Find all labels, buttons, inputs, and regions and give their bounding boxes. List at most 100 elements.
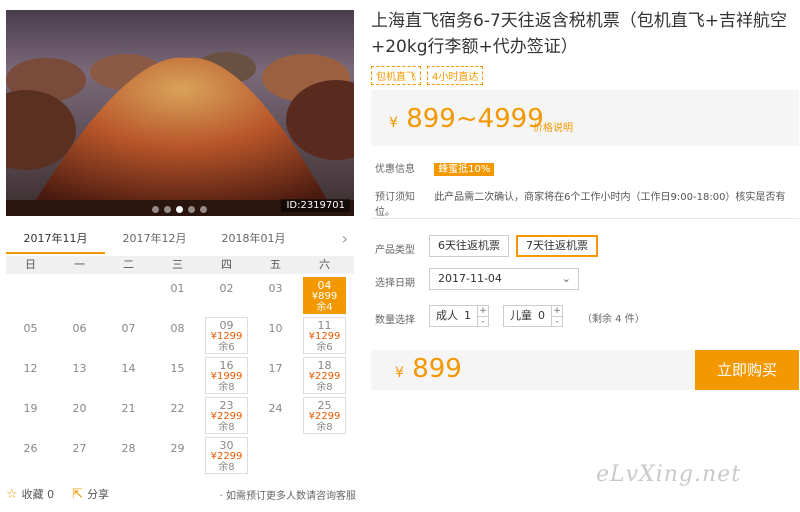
day-price: ¥2299 [308, 371, 341, 382]
share-icon: ⇱ [72, 486, 84, 502]
carousel-dot[interactable] [188, 206, 195, 213]
weekday-label: 二 [123, 258, 134, 271]
star-icon: ☆ [6, 486, 18, 502]
calendar-day: 19 [6, 396, 55, 436]
day-number: 22 [170, 402, 185, 415]
minus-icon[interactable]: - [478, 317, 488, 327]
calendar-day-available[interactable]: 11 ¥1299 余6 [303, 317, 346, 354]
calendar-day: 07 [104, 316, 153, 356]
calendar-day: 03 [251, 276, 300, 316]
tab-month-3[interactable]: 2018年01月 [204, 226, 303, 254]
calendar-day: 20 [55, 396, 104, 436]
weekday-label: 日 [25, 258, 36, 271]
day-price: ¥1999 [210, 371, 243, 382]
day-number: 28 [121, 442, 136, 455]
calendar-month-tabs: 2017年11月 2017年12月 2018年01月 › [6, 226, 354, 254]
weekday-label: 四 [221, 258, 232, 271]
carousel-dot[interactable] [200, 206, 207, 213]
buy-bar: ¥ 899 立即购买 [371, 350, 799, 390]
calendar-week-row: 12 13 14 15 16 ¥1999 余8 17 18 ¥2299 余8 [6, 356, 354, 396]
calendar-day: 12 [6, 356, 55, 396]
day-number [55, 276, 104, 282]
social-bar: ☆ 收藏 0 ⇱ 分享 · 如需预订更多人数请咨询客服 [6, 484, 356, 504]
calendar-day [55, 276, 104, 316]
calendar-day: 01 [153, 276, 202, 316]
calendar-day-available[interactable]: 16 ¥1999 余8 [205, 357, 248, 394]
day-number: 18 [317, 359, 332, 372]
share-button[interactable]: ⇱ 分享 [72, 486, 109, 502]
calendar-day [6, 276, 55, 316]
calendar-day: 14 [104, 356, 153, 396]
calendar-week-row: 19 20 21 22 23 ¥2299 余8 24 25 ¥2299 余8 [6, 396, 354, 436]
day-number: 29 [170, 442, 185, 455]
favorite-button[interactable]: ☆ 收藏 0 [6, 486, 54, 502]
carousel-dot[interactable] [164, 206, 171, 213]
price-box: ¥ 899~4999 价格说明 [371, 90, 799, 146]
calendar-day: 24 [251, 396, 300, 436]
calendar-day: 06 [55, 316, 104, 356]
adult-stepper[interactable]: 成人 1 + - [429, 305, 489, 327]
total-price: ¥ 899 [395, 354, 462, 384]
child-stepper[interactable]: 儿童 0 + - [503, 305, 563, 327]
calendar-day: 21 [104, 396, 153, 436]
day-number: 08 [170, 322, 185, 335]
child-label: 儿童 [510, 309, 532, 322]
weekday-label: 一 [74, 258, 85, 271]
carousel-dot[interactable] [152, 206, 159, 213]
tab-month-2[interactable]: 2017年12月 [105, 226, 204, 254]
day-number: 20 [72, 402, 87, 415]
calendar-day: 17 [251, 356, 300, 396]
booking-note: · 如需预订更多人数请咨询客服 [219, 490, 356, 502]
chevron-right-icon[interactable]: › [342, 229, 348, 248]
day-price: ¥899 [311, 291, 338, 302]
day-number: 12 [23, 362, 38, 375]
day-number: 09 [219, 319, 234, 332]
day-number [300, 436, 349, 442]
carousel-dot-active[interactable] [176, 206, 183, 213]
day-number: 04 [317, 279, 332, 292]
calendar-week-row: 01 02 03 04 ¥899 余4 [6, 276, 354, 316]
day-remaining: 余6 [218, 342, 235, 353]
calendar-day [251, 436, 300, 476]
calendar-day-available[interactable]: 18 ¥2299 余8 [303, 357, 346, 394]
adult-value[interactable]: 1 [464, 306, 477, 326]
promo-badge: 蜂蜜抵10% [434, 163, 495, 176]
type-option-6day[interactable]: 6天往返机票 [429, 235, 509, 257]
currency-symbol: ¥ [395, 365, 404, 381]
calendar-day: 10 [251, 316, 300, 356]
adult-stepper-controls: + - [477, 306, 488, 327]
child-value[interactable]: 0 [538, 306, 551, 326]
date-label: 选择日期 [375, 278, 415, 289]
day-number: 19 [23, 402, 38, 415]
date-select[interactable]: 2017-11-04 ⌄ [429, 268, 579, 290]
calendar-day: 15 [153, 356, 202, 396]
favorite-label: 收藏 0 [21, 488, 55, 501]
day-number: 14 [121, 362, 136, 375]
calendar-day-available[interactable]: 25 ¥2299 余8 [303, 397, 346, 434]
share-label: 分享 [87, 488, 110, 501]
product-image[interactable]: ID:2319701 [6, 10, 354, 216]
type-option-7day[interactable]: 7天往返机票 [516, 235, 598, 257]
adult-label: 成人 [436, 309, 458, 322]
calendar-day-available[interactable]: 09 ¥1299 余6 [205, 317, 248, 354]
buy-now-button[interactable]: 立即购买 [695, 350, 799, 390]
calendar-day-available[interactable]: 23 ¥2299 余8 [205, 397, 248, 434]
minus-icon[interactable]: - [552, 317, 562, 327]
product-tags: 包机直飞 4小时直达 [371, 66, 484, 85]
date-value: 2017-11-04 [438, 272, 502, 285]
tab-month-1[interactable]: 2017年11月 [6, 226, 105, 254]
calendar-day: 29 [153, 436, 202, 476]
plus-icon[interactable]: + [552, 306, 562, 317]
child-stepper-controls: + - [551, 306, 562, 327]
calendar-day-available[interactable]: 30 ¥2299 余8 [205, 437, 248, 474]
tag-direct: 4小时直达 [427, 66, 484, 85]
tag-charter: 包机直飞 [371, 66, 421, 85]
day-remaining: 余8 [218, 422, 235, 433]
day-price: ¥2299 [210, 411, 243, 422]
calendar-day: 08 [153, 316, 202, 356]
day-remaining: 余8 [316, 382, 333, 393]
calendar-day-available[interactable]: 04 ¥899 余4 [303, 277, 346, 314]
plus-icon[interactable]: + [478, 306, 488, 317]
day-number: 16 [219, 359, 234, 372]
price-explain-link[interactable]: 价格说明 [533, 119, 573, 134]
